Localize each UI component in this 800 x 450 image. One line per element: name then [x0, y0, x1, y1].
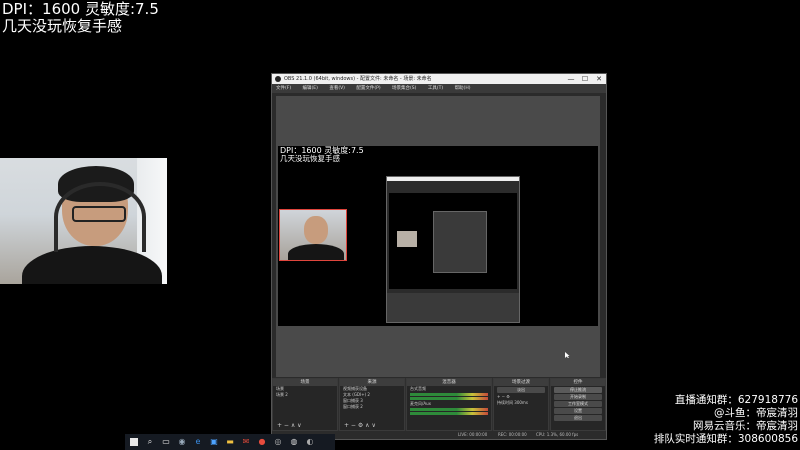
- transitions-header: 场景过渡: [494, 379, 548, 386]
- volume-slider[interactable]: [410, 412, 488, 415]
- obs-docks: 场景 场景 场景 2 + − ∧ ∨ 来源 视频捕获设备 文本 (GDI+) 2…: [272, 378, 606, 431]
- preview-person-face: [304, 216, 328, 244]
- scenes-controls[interactable]: + − ∧ ∨: [277, 422, 302, 430]
- mail-icon[interactable]: ✉: [241, 437, 251, 447]
- transitions-dock: 场景过渡 淡出 + − ⚙ 持续时间 300ms: [493, 378, 549, 431]
- edge-icon[interactable]: e: [193, 437, 203, 447]
- recursive-window: [433, 211, 487, 273]
- overlay-douyu-handle: @斗鱼：帝宸清羽: [714, 407, 798, 419]
- sources-controls[interactable]: + − ⚙ ∧ ∨: [344, 422, 376, 430]
- recursive-webcam: [397, 231, 417, 247]
- audio-meter: [410, 393, 488, 396]
- transition-select[interactable]: 淡出: [497, 387, 545, 393]
- menu-help[interactable]: 帮助(H): [455, 86, 471, 91]
- mixer-dock: 混音器 台式音频 麦克风/Aux: [406, 378, 492, 431]
- settings-button[interactable]: 设置: [554, 408, 602, 414]
- maximize-button[interactable]: ☐: [578, 74, 592, 84]
- recursive-canvas: [389, 193, 517, 289]
- menu-edit[interactable]: 编辑(E): [303, 86, 318, 91]
- obs-icon[interactable]: ◍: [289, 437, 299, 447]
- live-time: LIVE: 00:00:00: [458, 432, 488, 437]
- store-icon[interactable]: ▣: [209, 437, 219, 447]
- webcam-feed: [0, 158, 167, 284]
- browser-icon[interactable]: ◎: [273, 437, 283, 447]
- scenes-header: 场景: [273, 379, 337, 386]
- exit-button[interactable]: 退出: [554, 415, 602, 421]
- obs-menu-bar: 文件(F) 编辑(E) 查看(V) 配置文件(P) 场景集合(S) 工具(T) …: [272, 84, 606, 93]
- preview-webcam-source[interactable]: [279, 209, 347, 261]
- overlay-dpi-text: DPI：1600 灵敏度:7.5: [2, 0, 159, 18]
- sources-dock: 来源 视频捕获设备 文本 (GDI+) 2 窗口捕获 3 窗口捕获 2 + − …: [339, 378, 405, 431]
- menu-profile[interactable]: 配置文件(P): [356, 86, 380, 91]
- studio-mode-button[interactable]: 工作室模式: [554, 401, 602, 407]
- minimize-button[interactable]: —: [564, 74, 578, 84]
- preview-person-body: [288, 244, 344, 260]
- obs-app-icon: [275, 76, 281, 82]
- mixer-channel-label: 麦克风/Aux: [410, 401, 431, 406]
- folder-icon[interactable]: ▬: [225, 437, 235, 447]
- task-view-icon[interactable]: ▭: [161, 437, 171, 447]
- preview-recursive-obs: [386, 176, 520, 323]
- app-icon[interactable]: ◐: [305, 437, 315, 447]
- menu-view[interactable]: 查看(V): [329, 86, 345, 91]
- overlay-notice-group: 直播通知群：627918776: [674, 394, 798, 406]
- menu-tools[interactable]: 工具(T): [428, 86, 443, 91]
- recursive-title-bar: [387, 177, 519, 181]
- preview-subtitle-text: 几天没玩恢复手感: [280, 154, 340, 163]
- obs-window: OBS 21.1.0 (64bit, windows) - 配置文件: 未命名 …: [271, 73, 607, 440]
- source-item[interactable]: 窗口捕获 2: [343, 404, 404, 410]
- rec-time: REC: 00:00:00: [498, 432, 527, 437]
- mixer-channel-label: 台式音频: [410, 386, 426, 391]
- controls-dock: 控件 停止推流 开始录制 工作室模式 设置 退出: [550, 378, 606, 431]
- duration-label: 持续时间 300ms: [497, 400, 548, 406]
- windows-start-icon[interactable]: [129, 437, 139, 447]
- cpu-fps: CPU: 1.3%, 60.00 fps: [536, 432, 579, 437]
- steam-icon[interactable]: ◉: [177, 437, 187, 447]
- mouse-cursor-icon: [565, 352, 570, 358]
- menu-file[interactable]: 文件(F): [276, 86, 291, 91]
- controls-header: 控件: [551, 379, 605, 386]
- audio-meter: [410, 408, 488, 411]
- mixer-header: 混音器: [407, 379, 491, 386]
- search-icon[interactable]: ⌕: [145, 437, 155, 447]
- duration-input[interactable]: 300ms: [514, 400, 528, 405]
- overlay-subtitle-text: 几天没玩恢复手感: [2, 17, 123, 35]
- preview-canvas[interactable]: DPI：1600 灵敏度:7.5 几天没玩恢复手感: [278, 146, 598, 326]
- obs-title-bar[interactable]: OBS 21.1.0 (64bit, windows) - 配置文件: 未命名 …: [272, 74, 606, 84]
- chrome-icon[interactable]: ●: [257, 437, 267, 447]
- menu-scene-collection[interactable]: 场景集合(S): [392, 86, 416, 91]
- obs-preview-area[interactable]: DPI：1600 灵敏度:7.5 几天没玩恢复手感: [276, 96, 600, 377]
- windows-taskbar: ⌕ ▭ ◉ e ▣ ▬ ✉ ● ◎ ◍ ◐: [125, 434, 335, 450]
- close-button[interactable]: ✕: [592, 74, 606, 84]
- obs-window-title: OBS 21.1.0 (64bit, windows) - 配置文件: 未命名 …: [284, 76, 432, 82]
- scene-item[interactable]: 场景 2: [276, 392, 337, 398]
- start-recording-button[interactable]: 开始录制: [554, 394, 602, 400]
- overlay-queue-group: 排队实时通知群：308600856: [653, 433, 798, 445]
- stop-streaming-button[interactable]: 停止推流: [554, 387, 602, 393]
- duration-label-text: 持续时间: [497, 400, 513, 405]
- recursive-docks: [387, 293, 519, 322]
- sources-header: 来源: [340, 379, 404, 386]
- scenes-dock: 场景 场景 场景 2 + − ∧ ∨: [272, 378, 338, 431]
- overlay-netease-music: 网易云音乐：帝宸清羽: [693, 420, 798, 432]
- headset: [54, 182, 146, 252]
- volume-slider[interactable]: [410, 397, 488, 400]
